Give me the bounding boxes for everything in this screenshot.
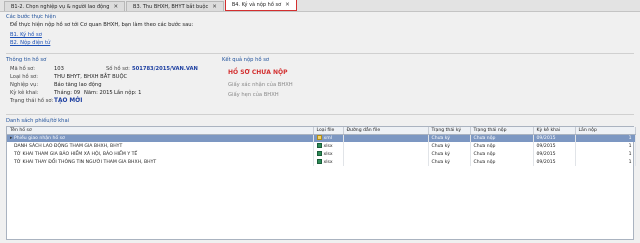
tab-label: B3. Thu BHXH, BHYT bắt buộc bbox=[133, 3, 209, 10]
steps-intro: Để thực hiện nộp hồ sơ tới Cơ quan BHXH,… bbox=[10, 22, 194, 28]
close-icon[interactable]: ✕ bbox=[212, 4, 217, 10]
row-name-text: Phiếu giao nhận hồ sơ bbox=[14, 135, 65, 141]
forms-grid: Tên hồ sơ Loại file Đường dẫn file Trạng… bbox=[6, 126, 636, 240]
table-row[interactable]: ▸ Phiếu giao nhận hồ sơ xml Chưa ký Chưa … bbox=[7, 134, 636, 142]
tab-choose-employees[interactable]: B1-2. Chọn nghiệp vụ & người lao động ✕ bbox=[4, 1, 126, 11]
appointment-note: Giấy hẹn của BHXH bbox=[228, 92, 279, 98]
row-name-text: DANH SÁCH LAO ĐỘNG THAM GIA BHXH, BHYT bbox=[14, 143, 123, 149]
forms-table: Tên hồ sơ Loại file Đường dẫn file Trạng… bbox=[7, 127, 636, 166]
row-name-text: TỜ KHAI THAY ĐỔI THÔNG TIN NGƯỜI THAM GI… bbox=[14, 159, 157, 165]
row-file-path bbox=[343, 142, 429, 150]
row-file-type-text: xlsx bbox=[323, 152, 333, 157]
row-file-path bbox=[343, 158, 429, 166]
row-period: 09/2015 bbox=[533, 134, 576, 142]
row-period: 09/2015 bbox=[533, 142, 576, 150]
submission-status: HỒ SƠ CHƯA NỘP bbox=[228, 69, 288, 76]
xml-file-icon bbox=[316, 135, 322, 141]
column-header-file-type[interactable]: Loại file bbox=[313, 127, 344, 135]
operation-value: Báo tăng lao động bbox=[54, 82, 102, 88]
row-period: 09/2015 bbox=[533, 150, 576, 158]
tab-strip: B1-2. Chọn nghiệp vụ & người lao động ✕ … bbox=[0, 0, 640, 12]
dossier-type-value: THU BHYT, BHXH BẮT BUỘC bbox=[54, 74, 128, 80]
row-name-text: TỜ KHAI THAM GIA BẢO HIỂM XÃ HỘI, BẢO HI… bbox=[14, 151, 138, 157]
dossier-info-panel: Thông tin hồ sơ Mã hồ sơ: 103 Số hồ sơ: … bbox=[6, 57, 221, 106]
row-file-type: xlsx bbox=[313, 142, 344, 150]
excel-file-icon bbox=[316, 143, 322, 148]
row-sign-status: Chưa ký bbox=[428, 150, 471, 158]
table-header: Tên hồ sơ Loại file Đường dẫn file Trạng… bbox=[7, 127, 636, 135]
row-file-type: xml bbox=[313, 134, 344, 142]
column-header-sign-status[interactable]: Trạng thái ký bbox=[428, 127, 471, 135]
month-value: Tháng: 09 bbox=[54, 90, 81, 96]
table-row[interactable]: TỜ KHAI THAM GIA BẢO HIỂM XÃ HỘI, BẢO HI… bbox=[7, 150, 636, 158]
column-header-submit-status[interactable]: Trạng thái nộp bbox=[470, 127, 534, 135]
column-header-file-path[interactable]: Đường dẫn file bbox=[343, 127, 429, 135]
tab-label: B1-2. Chọn nghiệp vụ & người lao động bbox=[11, 3, 110, 10]
excel-file-icon bbox=[316, 151, 322, 156]
steps-title: Các bước thực hiện bbox=[6, 14, 56, 20]
dossier-status-value: TẠO MỚI bbox=[54, 98, 83, 104]
row-file-type-text: xlsx bbox=[323, 144, 333, 149]
row-file-type: xlsx bbox=[313, 150, 344, 158]
confirmation-note: Giấy xác nhận của BHXH bbox=[228, 82, 293, 88]
row-times: 1 bbox=[575, 142, 636, 150]
row-file-path bbox=[343, 134, 429, 142]
close-icon[interactable]: ✕ bbox=[285, 2, 290, 8]
dossier-id-label: Mã hồ sơ: bbox=[10, 66, 36, 72]
row-file-path bbox=[343, 150, 429, 158]
row-sign-status: Chưa ký bbox=[428, 158, 471, 166]
tab-label: B4. Ký và nộp hồ sơ bbox=[231, 2, 282, 8]
dossier-type-label: Loại hồ sơ: bbox=[10, 74, 38, 80]
row-submit-status: Chưa nộp bbox=[470, 142, 534, 150]
tab-collect-insurance[interactable]: B3. Thu BHXH, BHYT bắt buộc ✕ bbox=[126, 1, 224, 11]
row-name: TỜ KHAI THAY ĐỔI THÔNG TIN NGƯỜI THAM GI… bbox=[7, 158, 314, 166]
dossier-number-value: 501783/2015/VAN.VAN bbox=[132, 66, 198, 72]
row-name: ▸ Phiếu giao nhận hồ sơ bbox=[7, 134, 314, 142]
row-file-type-text: xml bbox=[323, 136, 332, 142]
close-icon[interactable]: ✕ bbox=[113, 4, 118, 10]
submit-electronic-link[interactable]: B2. Nộp điện tử bbox=[10, 39, 634, 47]
sign-dossier-link[interactable]: B1. Ký hồ sơ bbox=[10, 31, 634, 39]
result-title: Kết quả nộp hồ sơ bbox=[222, 57, 270, 63]
row-times: 1 bbox=[575, 134, 636, 142]
dossier-id-value: 103 bbox=[54, 66, 64, 72]
row-sign-status: Chưa ký bbox=[428, 142, 471, 150]
steps-panel: Các bước thực hiện Để thực hiện nộp hồ s… bbox=[6, 14, 634, 47]
dossier-number-label: Số hồ sơ: bbox=[106, 66, 130, 72]
divider bbox=[6, 114, 634, 115]
row-submit-status: Chưa nộp bbox=[470, 158, 534, 166]
excel-file-icon bbox=[316, 159, 322, 164]
row-name: DANH SÁCH LAO ĐỘNG THAM GIA BHXH, BHYT bbox=[7, 142, 314, 150]
row-times: 1 bbox=[575, 150, 636, 158]
dossier-status-label: Trạng thái hồ sơ: bbox=[10, 98, 54, 104]
submission-result-panel: Kết quả nộp hồ sơ HỒ SƠ CHƯA NỘP Giấy xá… bbox=[222, 57, 422, 98]
table-row[interactable]: TỜ KHAI THAY ĐỔI THÔNG TIN NGƯỜI THAM GI… bbox=[7, 158, 636, 166]
row-submit-status: Chưa nộp bbox=[470, 150, 534, 158]
row-name: TỜ KHAI THAM GIA BẢO HIỂM XÃ HỘI, BẢO HI… bbox=[7, 150, 314, 158]
column-header-period[interactable]: Kỳ kê khai bbox=[533, 127, 576, 135]
year-value: Năm: 2015 bbox=[84, 90, 113, 96]
row-period: 09/2015 bbox=[533, 158, 576, 166]
table-row[interactable]: DANH SÁCH LAO ĐỘNG THAM GIA BHXH, BHYT x… bbox=[7, 142, 636, 150]
row-times: 1 bbox=[575, 158, 636, 166]
row-file-type-text: xlsx bbox=[323, 160, 333, 165]
column-header-times[interactable]: Lần nộp bbox=[575, 127, 636, 135]
submission-count-value: Lần nộp: 1 bbox=[114, 90, 142, 96]
operation-label: Nghiệp vụ: bbox=[10, 82, 39, 88]
declaration-period-label: Kỳ kê khai: bbox=[10, 90, 39, 96]
info-title: Thông tin hồ sơ bbox=[6, 57, 47, 63]
row-sign-status: Chưa ký bbox=[428, 134, 471, 142]
tab-sign-submit[interactable]: B4. Ký và nộp hồ sơ ✕ bbox=[224, 0, 297, 11]
column-header-name[interactable]: Tên hồ sơ bbox=[7, 127, 314, 135]
forms-list-title: Danh sách phiếu/tờ khai bbox=[6, 118, 70, 124]
divider bbox=[6, 53, 634, 54]
row-file-type: xlsx bbox=[313, 158, 344, 166]
row-submit-status: Chưa nộp bbox=[470, 134, 534, 142]
